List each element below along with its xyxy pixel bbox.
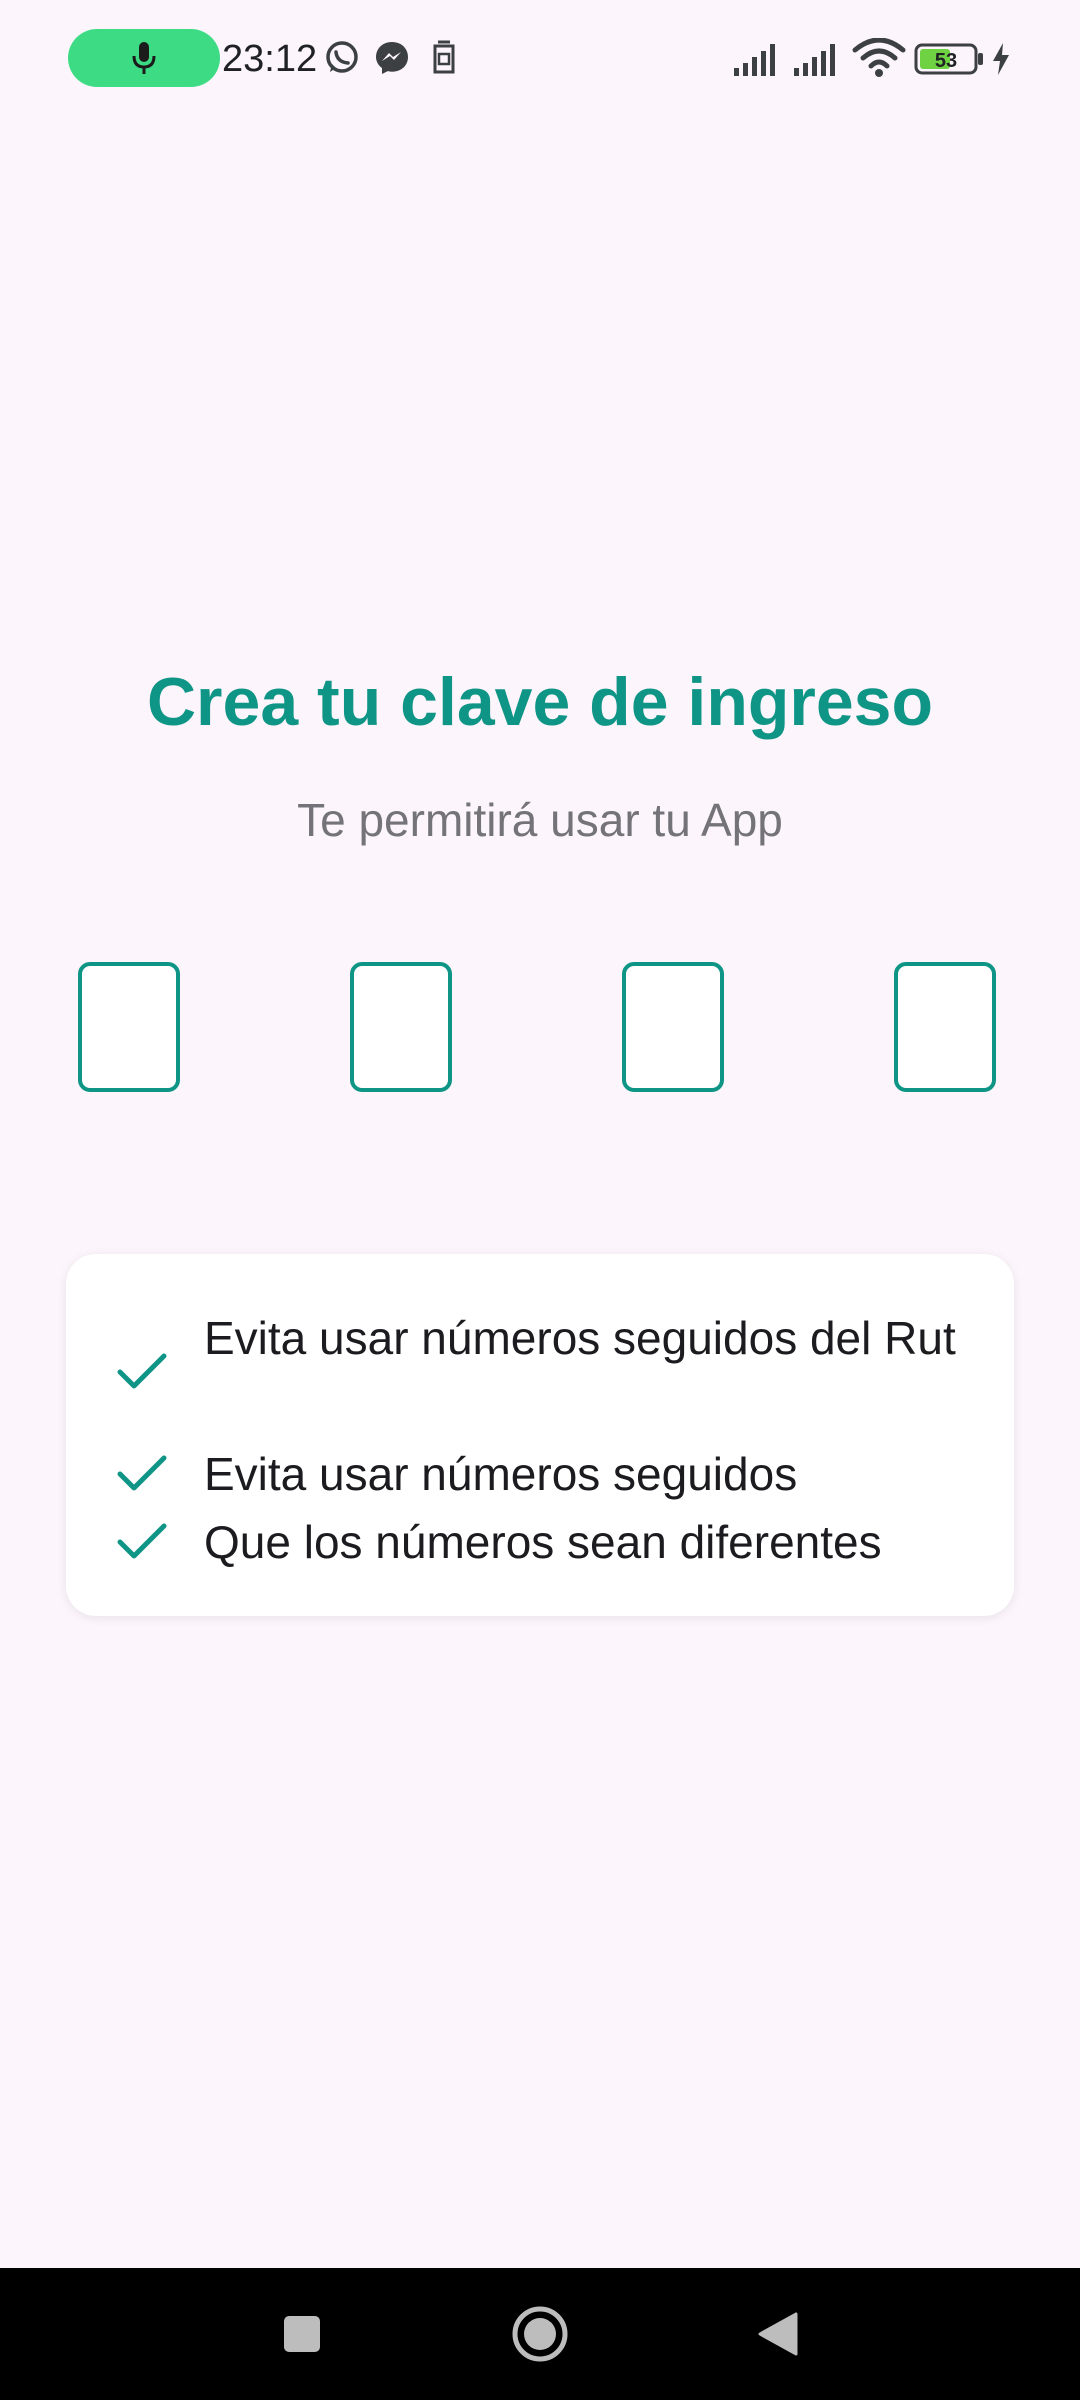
- status-bar: 23:12 53: [0, 0, 1080, 120]
- pin-digit-1[interactable]: [78, 962, 180, 1092]
- charging-icon: [993, 43, 1009, 75]
- home-button[interactable]: [504, 2298, 576, 2370]
- rule-text: Que los números sean diferentes: [204, 1516, 882, 1568]
- check-icon: [117, 1353, 167, 1389]
- sim-icon: [433, 40, 455, 74]
- recents-button[interactable]: [266, 2298, 338, 2370]
- pin-digit-4[interactable]: [894, 962, 996, 1092]
- mic-active-indicator[interactable]: [68, 29, 220, 87]
- whatsapp-icon: [326, 41, 358, 73]
- messenger-icon: [376, 42, 408, 74]
- mic-icon: [132, 42, 156, 74]
- rule-item: Que los números sean diferentes: [66, 1508, 1014, 1576]
- status-time: 23:12: [222, 38, 318, 80]
- pin-input-group: [0, 962, 1080, 1098]
- circle-icon: [512, 2306, 568, 2362]
- triangle-back-icon: [758, 2312, 798, 2356]
- back-button[interactable]: [742, 2298, 814, 2370]
- check-icon: [117, 1455, 167, 1491]
- rule-text: Evita usar números seguidos del Rut: [204, 1312, 956, 1364]
- battery-level: 53: [935, 50, 957, 72]
- signal-icon: [794, 44, 835, 76]
- page-subtitle: Te permitirá usar tu App: [297, 794, 783, 846]
- pin-digit-2[interactable]: [350, 962, 452, 1092]
- page-title: Crea tu clave de ingreso: [146, 664, 934, 740]
- signal-icon: [734, 44, 775, 76]
- navigation-bar: [0, 2268, 1080, 2400]
- rule-item: Evita usar números seguidos: [66, 1440, 1014, 1508]
- square-icon: [284, 2316, 320, 2352]
- pin-digit-3[interactable]: [622, 962, 724, 1092]
- battery-icon: 53: [914, 43, 983, 75]
- rule-item: Evita usar números seguidos del Rut: [66, 1304, 1014, 1440]
- wifi-icon: [852, 38, 906, 77]
- check-icon: [117, 1523, 167, 1559]
- rule-text: Evita usar números seguidos: [204, 1448, 798, 1500]
- password-rules-card: Evita usar números seguidos del Rut Evit…: [66, 1254, 1014, 1616]
